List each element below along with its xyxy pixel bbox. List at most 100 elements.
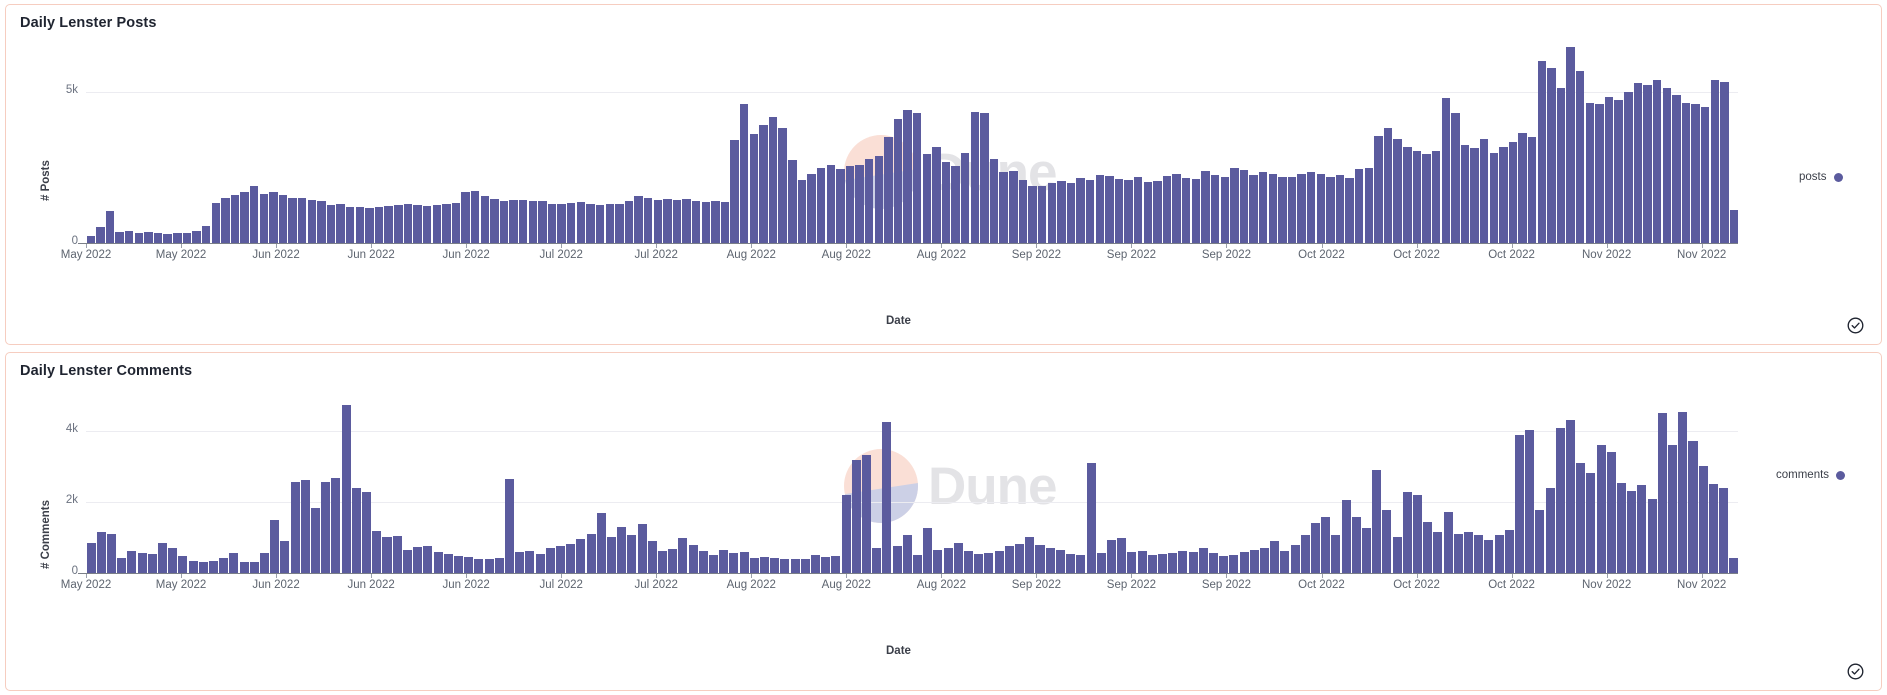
bar[interactable] bbox=[851, 459, 861, 573]
bar[interactable] bbox=[519, 199, 528, 243]
bar[interactable] bbox=[443, 553, 453, 573]
bar[interactable] bbox=[1321, 517, 1331, 573]
bar[interactable] bbox=[453, 555, 463, 573]
bar[interactable] bbox=[964, 550, 974, 573]
bar[interactable] bbox=[1361, 528, 1371, 573]
bar[interactable] bbox=[647, 540, 657, 573]
bar[interactable] bbox=[1606, 451, 1616, 573]
bar[interactable] bbox=[105, 211, 115, 243]
bar[interactable] bbox=[1047, 182, 1056, 243]
bar[interactable] bbox=[1657, 412, 1667, 573]
bar[interactable] bbox=[672, 200, 682, 243]
bar[interactable] bbox=[624, 201, 634, 243]
bar[interactable] bbox=[1345, 178, 1354, 243]
bar[interactable] bbox=[984, 553, 994, 573]
bar[interactable] bbox=[974, 553, 984, 573]
bar[interactable] bbox=[780, 559, 790, 573]
bar[interactable] bbox=[989, 158, 999, 243]
bar[interactable] bbox=[173, 233, 182, 243]
bar[interactable] bbox=[134, 233, 144, 243]
bar[interactable] bbox=[566, 543, 576, 573]
bar[interactable] bbox=[759, 125, 768, 243]
bar[interactable] bbox=[643, 197, 653, 243]
bar[interactable] bbox=[494, 557, 504, 573]
bar[interactable] bbox=[221, 197, 230, 243]
check-circle-icon[interactable] bbox=[1846, 662, 1865, 681]
bar[interactable] bbox=[1382, 510, 1392, 573]
bar[interactable] bbox=[605, 204, 614, 243]
bar[interactable] bbox=[270, 519, 280, 573]
bar[interactable] bbox=[158, 543, 168, 573]
bar[interactable] bbox=[730, 140, 739, 243]
bar[interactable] bbox=[1035, 545, 1045, 573]
bar[interactable] bbox=[403, 203, 413, 243]
bar[interactable] bbox=[1647, 498, 1657, 573]
bar[interactable] bbox=[351, 487, 361, 573]
bar[interactable] bbox=[144, 232, 153, 243]
bar[interactable] bbox=[1515, 434, 1525, 573]
bar[interactable] bbox=[1015, 543, 1025, 573]
bar[interactable] bbox=[535, 553, 545, 573]
bar[interactable] bbox=[1624, 92, 1633, 243]
bar[interactable] bbox=[913, 113, 922, 243]
bar[interactable] bbox=[913, 555, 923, 573]
bar[interactable] bbox=[1681, 102, 1691, 243]
bar[interactable] bbox=[1290, 544, 1300, 573]
bar[interactable] bbox=[1239, 170, 1249, 243]
bar[interactable] bbox=[1392, 536, 1402, 573]
bar[interactable] bbox=[1057, 181, 1066, 243]
bar[interactable] bbox=[1229, 554, 1239, 573]
bar[interactable] bbox=[634, 195, 643, 243]
bar[interactable] bbox=[1258, 171, 1268, 243]
bar[interactable] bbox=[688, 544, 698, 573]
bar[interactable] bbox=[864, 159, 874, 243]
bar[interactable] bbox=[708, 554, 718, 573]
bar[interactable] bbox=[1518, 132, 1527, 243]
bar[interactable] bbox=[86, 236, 96, 243]
bar[interactable] bbox=[1172, 173, 1181, 243]
bar[interactable] bbox=[1134, 177, 1143, 243]
bar[interactable] bbox=[1025, 536, 1035, 573]
bar[interactable] bbox=[470, 191, 480, 243]
bar[interactable] bbox=[586, 203, 595, 243]
bar[interactable] bbox=[1508, 142, 1518, 243]
bar[interactable] bbox=[668, 548, 678, 573]
bar[interactable] bbox=[606, 537, 616, 573]
bar[interactable] bbox=[1106, 539, 1116, 573]
bar[interactable] bbox=[413, 547, 423, 573]
bar[interactable] bbox=[1545, 487, 1555, 573]
bar[interactable] bbox=[1566, 47, 1575, 243]
bar[interactable] bbox=[1335, 175, 1345, 243]
bar[interactable] bbox=[1470, 148, 1479, 243]
bar[interactable] bbox=[836, 169, 845, 243]
bar[interactable] bbox=[555, 545, 565, 573]
bar[interactable] bbox=[586, 533, 596, 573]
bar[interactable] bbox=[117, 557, 127, 573]
bar[interactable] bbox=[1147, 554, 1157, 573]
bar[interactable] bbox=[1280, 550, 1290, 573]
bar[interactable] bbox=[1604, 96, 1614, 243]
bar[interactable] bbox=[1306, 172, 1316, 243]
bar[interactable] bbox=[230, 194, 240, 243]
bar[interactable] bbox=[1198, 548, 1208, 573]
bar[interactable] bbox=[1535, 510, 1545, 573]
bar[interactable] bbox=[547, 204, 557, 243]
bar[interactable] bbox=[933, 550, 943, 573]
bar[interactable] bbox=[341, 404, 351, 573]
bar[interactable] bbox=[484, 558, 494, 573]
bar[interactable] bbox=[260, 553, 270, 573]
bar[interactable] bbox=[1525, 429, 1535, 573]
bar[interactable] bbox=[1708, 484, 1718, 573]
bar[interactable] bbox=[311, 508, 321, 573]
bar[interactable] bbox=[392, 535, 402, 573]
bar[interactable] bbox=[1162, 175, 1172, 243]
bar[interactable] bbox=[317, 201, 326, 243]
bar[interactable] bbox=[893, 119, 903, 243]
bar[interactable] bbox=[1037, 185, 1047, 243]
bar[interactable] bbox=[1066, 553, 1076, 573]
bar[interactable] bbox=[1178, 550, 1188, 573]
bar[interactable] bbox=[1596, 444, 1606, 573]
bar[interactable] bbox=[653, 199, 662, 243]
bar[interactable] bbox=[1614, 99, 1623, 243]
bar[interactable] bbox=[1719, 487, 1729, 573]
